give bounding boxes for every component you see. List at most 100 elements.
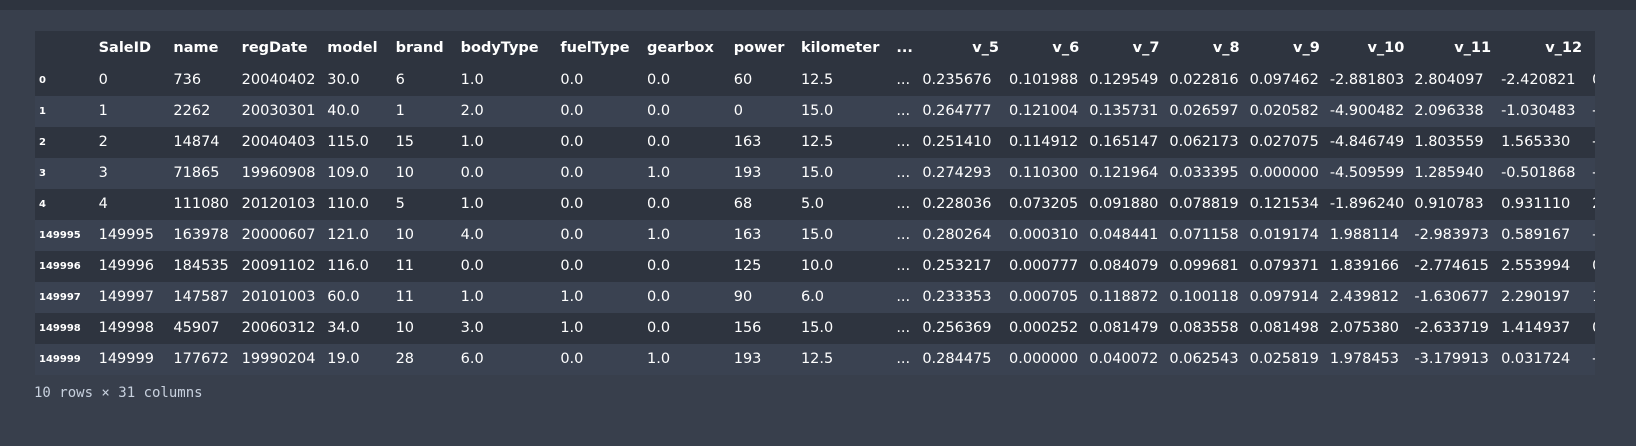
- table-cell: 90: [733, 289, 753, 305]
- table-cell: ...: [896, 289, 911, 305]
- table-cell: 0.100118: [1169, 289, 1239, 305]
- table-cell: 0.000705: [1009, 289, 1079, 305]
- table-cell: 736: [173, 72, 202, 88]
- column-header: name: [169, 31, 238, 65]
- table-cell: 1.0: [460, 134, 484, 150]
- column-header: power: [729, 31, 797, 65]
- table-cell: -2.420821: [1501, 72, 1576, 88]
- table-cell: 110.0: [327, 196, 369, 212]
- row-index: 4: [39, 199, 46, 210]
- table-cell: -2.881803: [1329, 72, 1405, 88]
- table-cell: 0.031724: [1501, 351, 1571, 367]
- table-row: 149996 149996 184535 20091102 116.0 11 0.0 0.0 0…: [35, 251, 1595, 282]
- table-cell: 1.0: [647, 351, 671, 367]
- table-cell: 116.0: [327, 258, 369, 274]
- table-cell: 0.589167: [1501, 227, 1571, 243]
- table-cell: 111080: [173, 196, 229, 212]
- table-cell: 0.264777: [922, 103, 992, 119]
- table-cell: ...: [896, 320, 911, 336]
- table-cell: 0.795292: [1588, 65, 1595, 96]
- table-cell: 0.022816: [1169, 72, 1239, 88]
- row-index: 2: [39, 137, 46, 148]
- table-cell: 68: [733, 196, 753, 212]
- table-cell: 1.988114: [1329, 227, 1400, 243]
- table-cell: -1.483350: [1588, 344, 1595, 375]
- table-cell: 0.251410: [922, 134, 992, 150]
- table-cell: 1.0: [460, 72, 484, 88]
- table-cell: 5: [395, 196, 405, 212]
- table-cell: -2.633719: [1414, 320, 1489, 336]
- table-cell: 0.0: [560, 196, 584, 212]
- table-cell: 0.081498: [1249, 320, 1319, 336]
- table-cell: 0.165147: [1089, 134, 1159, 150]
- table-cell: 28: [395, 351, 415, 367]
- table-cell: 20101003: [241, 289, 316, 305]
- table-cell: 0.000252: [1009, 320, 1079, 336]
- table-cell: 2.075380: [1329, 320, 1400, 336]
- index-header: [35, 31, 95, 65]
- table-cell: 3: [98, 165, 108, 181]
- table-cell: 15.0: [800, 227, 834, 243]
- column-header: v_12: [1497, 31, 1589, 65]
- table-cell: 2.0: [460, 103, 484, 119]
- table-cell: 149998: [98, 320, 154, 336]
- table-cell: 0.0: [560, 72, 584, 88]
- table-cell: 193: [733, 165, 762, 181]
- table-row: 149999 149999 177672 19990204 19.0 28 6.0 0.0 1.…: [35, 344, 1595, 375]
- table-cell: 0.0: [647, 72, 671, 88]
- table-cell: 14874: [173, 134, 220, 150]
- table-cell: 0.071158: [1169, 227, 1239, 243]
- table-cell: 34.0: [327, 320, 360, 336]
- table-cell: 1.0: [560, 320, 584, 336]
- table-cell: 10: [395, 227, 415, 243]
- table-cell: 0: [98, 72, 108, 88]
- table-cell: 163: [733, 227, 762, 243]
- table-row: 1 1 2262 20030301 40.0 1 2.0 0.0 0.0 0 15.0... 0.26…: [35, 96, 1595, 127]
- table-cell: ...: [896, 165, 911, 181]
- column-header: gearbox: [643, 31, 730, 65]
- table-cell: 0.048441: [1089, 227, 1159, 243]
- table-cell: 184535: [173, 258, 229, 274]
- table-cell: 0.280264: [922, 227, 992, 243]
- table-cell: 1.0: [560, 289, 584, 305]
- table-cell: 0.0: [560, 103, 584, 119]
- table-cell: 0.101988: [1009, 72, 1079, 88]
- table-cell: 0.114912: [1009, 134, 1079, 150]
- column-header: v_5: [918, 31, 1006, 65]
- table-cell: 1.565330: [1501, 134, 1571, 150]
- table-cell: 0.000777: [1009, 258, 1079, 274]
- table-cell: 0.099681: [1169, 258, 1239, 274]
- table-cell: 10.0: [800, 258, 834, 274]
- table-cell: 1.0: [647, 165, 671, 181]
- table-cell: 12.5: [800, 351, 834, 367]
- table-cell: 163: [733, 134, 762, 150]
- table-cell: 19960908: [241, 165, 316, 181]
- table-cell: ...: [896, 351, 911, 367]
- table-cell: -0.832687: [1588, 127, 1595, 158]
- table-cell: 1.891922: [1588, 282, 1595, 313]
- table-cell: 0.129549: [1089, 72, 1159, 88]
- table-cell: 0.0: [560, 258, 584, 274]
- table-cell: 0.284475: [922, 351, 992, 367]
- table-cell: -1.030483: [1501, 103, 1576, 119]
- table-cell: 0.000000: [1009, 351, 1079, 367]
- table-cell: 177672: [173, 351, 229, 367]
- table-cell: 1.0: [647, 227, 671, 243]
- table-cell: 0.097462: [1249, 72, 1319, 88]
- table-cell: 0.931110: [1501, 196, 1571, 212]
- table-cell: 6: [395, 72, 405, 88]
- table-cell: 5.0: [800, 196, 824, 212]
- table-cell: 15: [395, 134, 415, 150]
- table-cell: 0.235676: [922, 72, 992, 88]
- table-cell: 1: [98, 103, 108, 119]
- table-cell: ...: [896, 72, 911, 88]
- table-cell: 0.033395: [1169, 165, 1239, 181]
- column-header: v_6: [1005, 31, 1086, 65]
- table-cell: 0.0: [560, 227, 584, 243]
- table-cell: 20040402: [241, 72, 316, 88]
- row-index: 149997: [39, 292, 81, 303]
- table-cell: 15.0: [800, 165, 834, 181]
- table-cell: 2.804097: [1414, 72, 1484, 88]
- table-cell: 0.081479: [1089, 320, 1159, 336]
- table-cell: 0.121534: [1249, 196, 1319, 212]
